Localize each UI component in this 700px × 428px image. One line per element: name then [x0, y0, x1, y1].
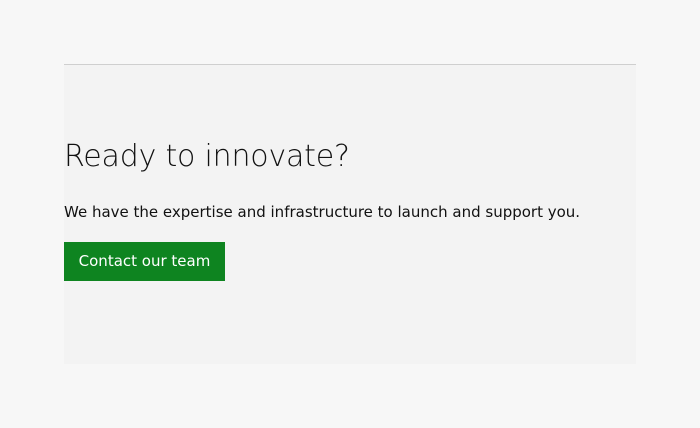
cta-description: We have the expertise and infrastructure… [64, 203, 581, 221]
contact-our-team-button[interactable]: Contact our team [64, 242, 225, 281]
cta-heading: Ready to innovate? [64, 139, 350, 174]
cta-section: Ready to innovate? We have the expertise… [64, 64, 636, 364]
